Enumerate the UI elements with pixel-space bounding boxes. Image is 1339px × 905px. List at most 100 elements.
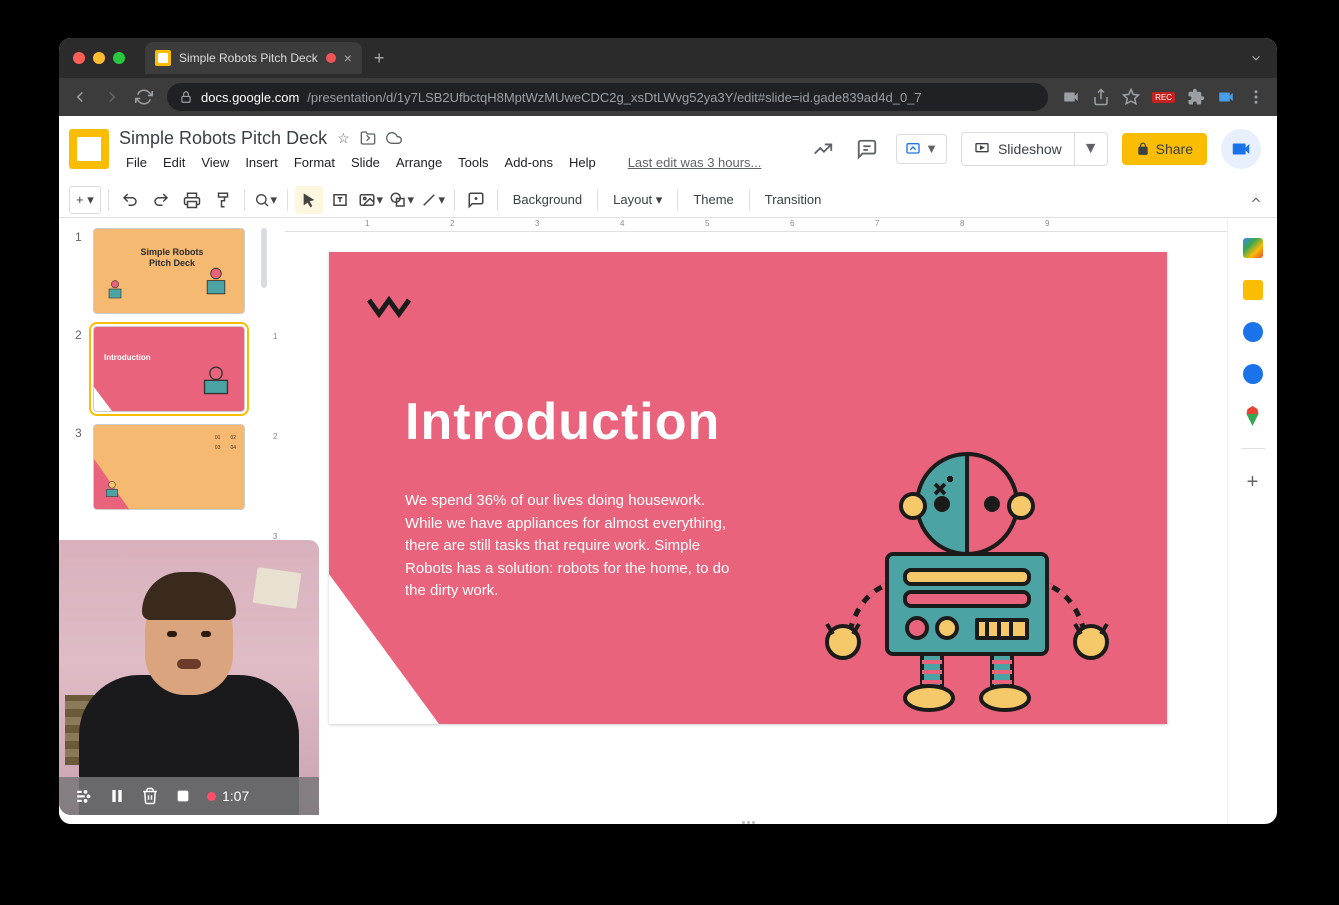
zoom-button[interactable]: ▾ bbox=[252, 186, 280, 214]
share-label: Share bbox=[1156, 141, 1193, 157]
present-camera-button[interactable] bbox=[1221, 129, 1261, 169]
side-panel: + bbox=[1227, 218, 1277, 824]
new-slide-button[interactable]: + ▾ bbox=[69, 186, 101, 214]
activity-icon[interactable] bbox=[808, 134, 838, 164]
chrome-menu-button[interactable] bbox=[1247, 88, 1265, 106]
menu-slide[interactable]: Slide bbox=[344, 152, 387, 173]
slideshow-label: Slideshow bbox=[998, 141, 1062, 157]
browser-extensions: REC bbox=[1062, 88, 1265, 106]
maximize-window-button[interactable] bbox=[113, 52, 125, 64]
present-to-meeting-button[interactable]: ▼ bbox=[896, 134, 947, 164]
slide-thumbnail-1: 1 Simple Robots Pitch Deck bbox=[75, 228, 263, 314]
tasks-app-icon[interactable] bbox=[1243, 322, 1263, 342]
menu-arrange[interactable]: Arrange bbox=[389, 152, 449, 173]
line-tool[interactable]: ▾ bbox=[419, 186, 447, 214]
share-button[interactable]: Share bbox=[1122, 133, 1207, 165]
close-tab-button[interactable]: × bbox=[344, 50, 352, 66]
recording-controls: 1:07 bbox=[59, 777, 319, 815]
google-slides-logo[interactable] bbox=[69, 129, 109, 169]
forward-button[interactable] bbox=[103, 88, 121, 106]
lock-icon bbox=[179, 90, 193, 104]
print-button[interactable] bbox=[178, 186, 206, 214]
slide-number: 2 bbox=[75, 326, 87, 412]
rec-extension-badge[interactable]: REC bbox=[1152, 92, 1175, 103]
thumbnail[interactable]: Introduction bbox=[93, 326, 245, 412]
tabs-dropdown-button[interactable] bbox=[1249, 51, 1263, 65]
slideshow-button[interactable]: Slideshow bbox=[962, 134, 1074, 164]
app-header: Simple Robots Pitch Deck ☆ File Edit Vie… bbox=[59, 116, 1277, 182]
slide-canvas[interactable]: Introduction We spend 36% of our lives d… bbox=[329, 252, 1167, 724]
recording-dot-icon bbox=[207, 792, 216, 801]
browser-titlebar: Simple Robots Pitch Deck × + bbox=[59, 38, 1277, 78]
decorative-doodles bbox=[329, 252, 629, 402]
rec-pause-button[interactable] bbox=[109, 787, 125, 805]
move-icon[interactable] bbox=[360, 130, 376, 146]
transition-button[interactable]: Transition bbox=[757, 192, 830, 207]
cast-icon[interactable] bbox=[1062, 88, 1080, 106]
bookmark-star-icon[interactable] bbox=[1122, 88, 1140, 106]
comment-tool[interactable] bbox=[462, 186, 490, 214]
new-tab-button[interactable]: + bbox=[374, 48, 385, 69]
cloud-status-icon[interactable] bbox=[386, 130, 402, 146]
document-title[interactable]: Simple Robots Pitch Deck bbox=[119, 128, 327, 149]
recording-indicator-icon bbox=[326, 53, 336, 63]
robot-illustration bbox=[817, 434, 1117, 714]
maps-app-icon[interactable] bbox=[1243, 406, 1263, 426]
reload-button[interactable] bbox=[135, 88, 153, 106]
menu-insert[interactable]: Insert bbox=[238, 152, 285, 173]
tab-title: Simple Robots Pitch Deck bbox=[179, 51, 318, 65]
share-icon[interactable] bbox=[1092, 88, 1110, 106]
extensions-icon[interactable] bbox=[1187, 88, 1205, 106]
menu-format[interactable]: Format bbox=[287, 152, 342, 173]
layout-button[interactable]: Layout ▾ bbox=[605, 192, 670, 208]
rec-delete-button[interactable] bbox=[141, 787, 159, 805]
horizontal-ruler[interactable]: 123456789 bbox=[285, 218, 1227, 232]
camera-extension-icon[interactable] bbox=[1217, 88, 1235, 106]
textbox-tool[interactable] bbox=[326, 186, 354, 214]
presenter-hair bbox=[142, 572, 236, 620]
menu-help[interactable]: Help bbox=[562, 152, 603, 173]
browser-tab[interactable]: Simple Robots Pitch Deck × bbox=[145, 42, 362, 74]
keep-app-icon[interactable] bbox=[1243, 280, 1263, 300]
menu-bar: File Edit View Insert Format Slide Arran… bbox=[119, 152, 808, 173]
slide-body-text[interactable]: We spend 36% of our lives doing housewor… bbox=[405, 490, 745, 603]
image-tool[interactable]: ▾ bbox=[357, 186, 385, 214]
resize-gripper[interactable] bbox=[733, 821, 763, 824]
menu-view[interactable]: View bbox=[194, 152, 236, 173]
add-apps-button[interactable]: + bbox=[1247, 471, 1259, 494]
rec-settings-button[interactable] bbox=[75, 787, 93, 805]
slide-thumbnail-3: 3 01020304 bbox=[75, 424, 263, 510]
contacts-app-icon[interactable] bbox=[1243, 364, 1263, 384]
minimize-window-button[interactable] bbox=[93, 52, 105, 64]
back-button[interactable] bbox=[71, 88, 89, 106]
undo-button[interactable] bbox=[116, 186, 144, 214]
select-tool[interactable] bbox=[295, 186, 323, 214]
rec-stop-button[interactable] bbox=[175, 788, 191, 804]
theme-button[interactable]: Theme bbox=[685, 192, 741, 207]
wall-art bbox=[253, 567, 302, 609]
calendar-app-icon[interactable] bbox=[1243, 238, 1263, 258]
webcam-overlay[interactable]: 1:07 bbox=[59, 540, 319, 815]
filmstrip-scrollbar[interactable] bbox=[261, 228, 267, 288]
redo-button[interactable] bbox=[147, 186, 175, 214]
thumbnail[interactable]: 01020304 bbox=[93, 424, 245, 510]
menu-file[interactable]: File bbox=[119, 152, 154, 173]
menu-edit[interactable]: Edit bbox=[156, 152, 192, 173]
slideshow-dropdown[interactable]: ▼ bbox=[1074, 133, 1107, 165]
recording-timer: 1:07 bbox=[207, 788, 249, 804]
close-window-button[interactable] bbox=[73, 52, 85, 64]
paint-format-button[interactable] bbox=[209, 186, 237, 214]
menu-tools[interactable]: Tools bbox=[451, 152, 495, 173]
background-button[interactable]: Background bbox=[505, 192, 590, 207]
toolbar: + ▾ ▾ ▾ ▾ ▾ Background Layout ▾ Theme Tr… bbox=[59, 182, 1277, 218]
comments-icon[interactable] bbox=[852, 134, 882, 164]
star-icon[interactable]: ☆ bbox=[337, 130, 350, 147]
thumbnail[interactable]: Simple Robots Pitch Deck bbox=[93, 228, 245, 314]
menu-addons[interactable]: Add-ons bbox=[498, 152, 560, 173]
slide-thumbnail-2: 2 Introduction bbox=[75, 326, 263, 412]
slide-number: 3 bbox=[75, 424, 87, 510]
shape-tool[interactable]: ▾ bbox=[388, 186, 416, 214]
last-edit-link[interactable]: Last edit was 3 hours... bbox=[621, 152, 769, 173]
hide-menus-button[interactable] bbox=[1249, 193, 1263, 207]
address-bar[interactable]: docs.google.com/presentation/d/1y7LSB2Uf… bbox=[167, 83, 1048, 111]
